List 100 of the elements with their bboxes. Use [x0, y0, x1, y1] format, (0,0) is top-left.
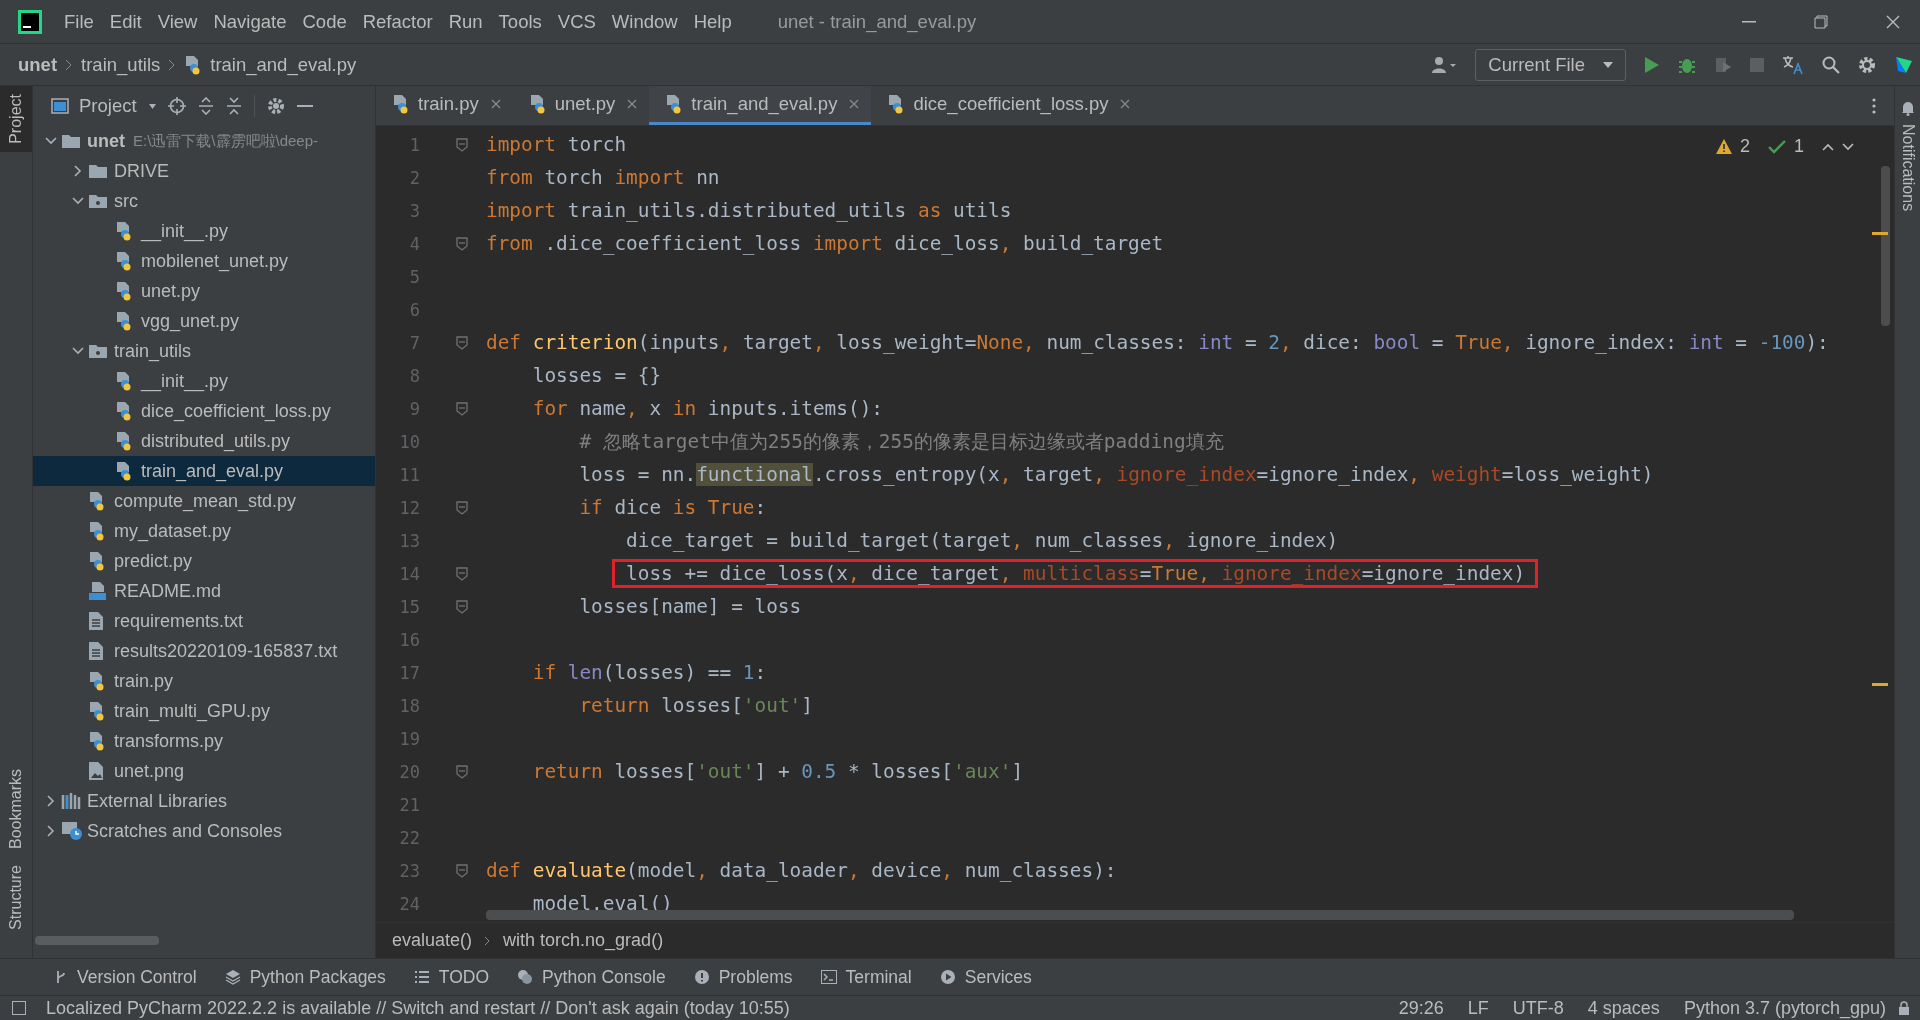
close-icon[interactable]: [1120, 99, 1131, 109]
chevron-right-icon[interactable]: [45, 825, 57, 837]
chevron-down-icon[interactable]: [72, 345, 84, 357]
chevron-up-icon[interactable]: [1822, 142, 1834, 151]
tree-item[interactable]: __init__.py: [33, 216, 375, 246]
status-item[interactable]: Python 3.7 (pytorch_gpu): [1683, 997, 1886, 1019]
status-item[interactable]: UTF-8: [1512, 997, 1564, 1019]
tree-item[interactable]: DRIVE: [33, 156, 375, 186]
collapse-all-icon[interactable]: [225, 97, 242, 115]
menu-item[interactable]: Help: [685, 10, 740, 33]
tree-item[interactable]: unet.py: [33, 276, 375, 306]
close-icon[interactable]: [849, 99, 860, 109]
editor-tab[interactable]: train_and_eval.py: [649, 86, 872, 125]
menu-item[interactable]: Refactor: [354, 10, 441, 33]
tool-window-button[interactable]: Problems: [679, 966, 807, 988]
fold-icon[interactable]: [456, 500, 468, 515]
tree-item[interactable]: train.py: [33, 666, 375, 696]
close-icon[interactable]: [490, 99, 501, 109]
tree-item[interactable]: External Libraries: [33, 786, 375, 816]
user-icon[interactable]: [1431, 55, 1458, 74]
chevron-down-icon[interactable]: [72, 195, 84, 207]
tool-window-tab[interactable]: Notifications: [1898, 124, 1917, 212]
tree-item[interactable]: transforms.py: [33, 726, 375, 756]
tool-window-tab[interactable]: Structure: [0, 857, 32, 938]
tree-item[interactable]: predict.py: [33, 546, 375, 576]
tool-window-button[interactable]: TODO: [399, 966, 504, 988]
tree-item[interactable]: README.md: [33, 576, 375, 606]
menu-item[interactable]: Code: [294, 10, 355, 33]
plugin-logo-icon[interactable]: [1894, 54, 1914, 75]
fold-icon[interactable]: [456, 236, 468, 251]
scrollbar[interactable]: [486, 910, 1794, 920]
chevron-down-icon[interactable]: [45, 135, 57, 147]
caret-icon[interactable]: [148, 103, 156, 109]
tree-item[interactable]: train_and_eval.py: [33, 456, 375, 486]
weak-warning-count[interactable]: 1: [1794, 136, 1804, 157]
fold-icon[interactable]: [456, 863, 468, 878]
close-icon[interactable]: [1886, 14, 1900, 29]
tree-item[interactable]: results20220109-165837.txt: [33, 636, 375, 666]
menu-item[interactable]: View: [149, 10, 206, 33]
fold-icon[interactable]: [456, 599, 468, 614]
menu-item[interactable]: VCS: [549, 10, 604, 33]
settings-icon[interactable]: [266, 97, 285, 115]
tree-item[interactable]: vgg_unet.py: [33, 306, 375, 336]
breadcrumb[interactable]: with torch.no_grad(): [503, 930, 664, 951]
fold-icon[interactable]: [456, 401, 468, 416]
menu-item[interactable]: Navigate: [205, 10, 295, 33]
tree-item[interactable]: unet.png: [33, 756, 375, 786]
editor-tab[interactable]: unet.py: [512, 86, 650, 125]
breadcrumb[interactable]: train_utils: [81, 53, 161, 76]
settings-icon[interactable]: [1858, 55, 1876, 74]
fold-icon[interactable]: [456, 335, 468, 350]
tool-window-button[interactable]: Version Control: [40, 966, 211, 988]
tree-item[interactable]: train_multi_GPU.py: [33, 696, 375, 726]
menu-item[interactable]: Run: [440, 10, 491, 33]
tree-item[interactable]: compute_mean_std.py: [33, 486, 375, 516]
breadcrumb[interactable]: evaluate(): [392, 930, 473, 951]
breadcrumb[interactable]: train_and_eval.py: [210, 53, 357, 76]
tree-item[interactable]: dice_coefficient_loss.py: [33, 396, 375, 426]
breadcrumb[interactable]: unet: [18, 53, 58, 76]
tool-window-tab[interactable]: Bookmarks: [0, 761, 32, 858]
tree-item[interactable]: train_utils: [33, 336, 375, 366]
scrollbar[interactable]: [1881, 166, 1890, 326]
menu-item[interactable]: Tools: [490, 10, 550, 33]
crosshair-icon[interactable]: [167, 97, 186, 115]
tree-item[interactable]: unet E:\迅雷下载\霹雳吧啦\deep-: [33, 126, 375, 156]
tree-item[interactable]: distributed_utils.py: [33, 426, 375, 456]
chevron-down-icon[interactable]: [1842, 142, 1854, 151]
tree-item[interactable]: my_dataset.py: [33, 516, 375, 546]
tool-window-button[interactable]: Terminal: [806, 966, 926, 988]
status-item[interactable]: LF: [1467, 997, 1489, 1019]
status-item[interactable]: 29:26: [1398, 997, 1444, 1019]
lock-icon[interactable]: [1898, 1001, 1910, 1015]
menu-item[interactable]: Edit: [101, 10, 150, 33]
tree-item[interactable]: Scratches and Consoles: [33, 816, 375, 846]
fold-icon[interactable]: [456, 566, 468, 581]
run-configuration-dropdown[interactable]: Current File: [1475, 48, 1626, 81]
editor-tab[interactable]: dice_coefficient_loss.py: [871, 86, 1143, 125]
panel-toggle-icon[interactable]: [12, 1001, 26, 1015]
chevron-right-icon[interactable]: [45, 795, 57, 807]
restore-icon[interactable]: [1814, 14, 1828, 29]
expand-all-icon[interactable]: [197, 97, 214, 115]
tree-item[interactable]: __init__.py: [33, 366, 375, 396]
menu-item[interactable]: File: [56, 10, 102, 33]
more-icon[interactable]: [1872, 97, 1876, 114]
minimize-icon[interactable]: [296, 105, 313, 107]
translate-icon[interactable]: [1782, 54, 1804, 75]
close-icon[interactable]: [627, 99, 638, 109]
minimize-icon[interactable]: [1742, 20, 1756, 23]
menu-item[interactable]: Window: [603, 10, 686, 33]
panel-title[interactable]: Project: [79, 95, 137, 117]
warning-count[interactable]: 2: [1739, 136, 1750, 157]
scrollbar[interactable]: [35, 935, 159, 945]
fold-icon[interactable]: [456, 764, 468, 779]
search-icon[interactable]: [1822, 55, 1840, 74]
tool-window-button[interactable]: Python Packages: [210, 966, 400, 988]
editor-tab[interactable]: train.py: [376, 86, 513, 125]
tool-window-button[interactable]: Services: [925, 966, 1046, 988]
tree-item[interactable]: mobilenet_unet.py: [33, 246, 375, 276]
tool-window-tab[interactable]: Project: [0, 86, 32, 152]
tool-window-button[interactable]: Python Console: [503, 966, 680, 988]
